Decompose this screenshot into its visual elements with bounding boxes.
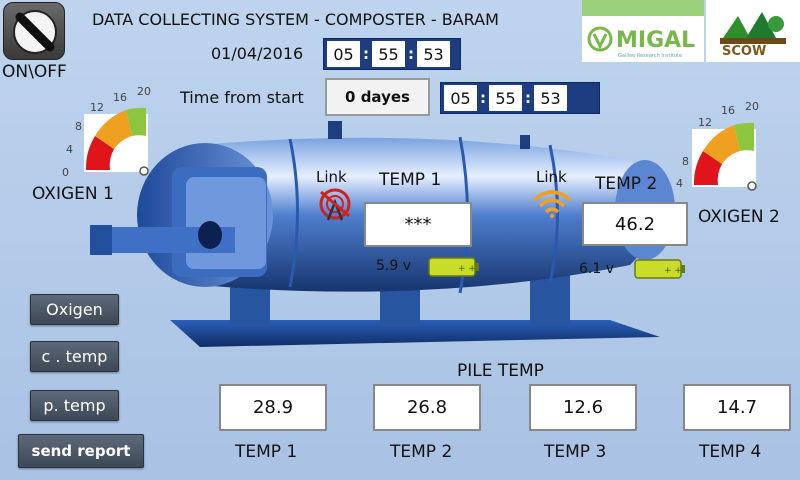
pile-temp1-value: 28.9 [219,384,327,431]
wifi-signal-icon [532,190,572,218]
elapsed-time-display: 05 : 55 : 53 [440,82,600,114]
temp1-voltage: 5.9 v [376,258,411,274]
temp2-link-label: Link [536,168,567,186]
elapsed-minutes: 55 [489,85,522,111]
gauge-tick: 12 [90,101,104,114]
migal-logo-text: MIGAL [616,28,696,53]
gauge-tick: 4 [676,177,683,190]
scow-logo-text: SCOW [722,44,767,59]
clock-minutes: 55 [372,41,405,67]
pile-temp3-value: 12.6 [529,384,637,431]
clock-separator: : [480,89,486,107]
temp2-value: 46.2 [582,202,688,246]
power-knob-icon [13,10,57,54]
migal-logo-subtext: Galilee Research Institute [618,53,683,59]
temp1-title: TEMP 1 [379,170,442,190]
battery-icon: + + [428,257,479,277]
gauge-tick: 12 [698,116,712,129]
clock-seconds: 53 [417,41,450,67]
oxigen-button[interactable]: Oxigen [30,294,119,325]
migal-leaf-icon [587,26,613,52]
gauge-tick: 8 [682,155,689,168]
gauge-tick: 8 [75,120,82,133]
svg-text:+ +: + + [458,264,476,274]
gauge-tick: 16 [721,104,735,117]
send-report-button[interactable]: send report [18,434,144,468]
power-switch[interactable] [3,2,65,60]
gauge-tick: 20 [137,85,151,98]
no-signal-icon [319,188,351,221]
current-date: 01/04/2016 [211,44,304,63]
composter-temp-button[interactable]: c . temp [30,341,119,372]
scow-plants-icon [720,12,786,44]
power-label: ON\OFF [2,62,67,82]
elapsed-seconds: 53 [534,85,567,111]
clock-separator: : [363,45,369,63]
gauge-tick: 16 [113,91,127,104]
gauge-tick: 20 [745,100,759,113]
elapsed-days-display: 0 dayes [325,78,430,116]
clock-hours: 05 [327,41,360,67]
oxygen-2-label: OXIGEN 2 [698,207,780,227]
pile-temp4-label: TEMP 4 [699,442,762,462]
pile-temp-button[interactable]: p. temp [30,390,119,421]
gauge-tick: 0 [62,166,69,179]
clock-separator: : [525,89,531,107]
page-title: DATA COLLECTING SYSTEM - COMPOSTER - BAR… [92,10,499,29]
elapsed-hours: 05 [444,85,477,111]
time-from-start-label: Time from start [180,88,304,107]
temp1-value: *** [364,202,472,247]
clock-separator: : [408,45,414,63]
current-time-display: 05 : 55 : 53 [323,38,461,70]
pile-temp4-value: 14.7 [683,384,791,431]
battery-icon: + + [634,259,685,279]
migal-logo: MIGAL Galilee Research Institute [582,0,704,62]
gauge-tick: 4 [66,143,73,156]
pile-temp3-label: TEMP 3 [544,442,607,462]
pile-temp2-label: TEMP 2 [390,442,453,462]
pile-temp2-value: 26.8 [373,384,481,431]
temp2-title: TEMP 2 [595,174,658,194]
pile-temp1-label: TEMP 1 [235,442,298,462]
svg-text:+ +: + + [664,266,682,276]
pile-temp-title: PILE TEMP [457,361,544,381]
scow-logo: SCOW [706,0,800,62]
oxygen-1-label: OXIGEN 1 [32,184,114,204]
temp2-voltage: 6.1 v [579,261,614,277]
temp1-link-label: Link [316,168,347,186]
